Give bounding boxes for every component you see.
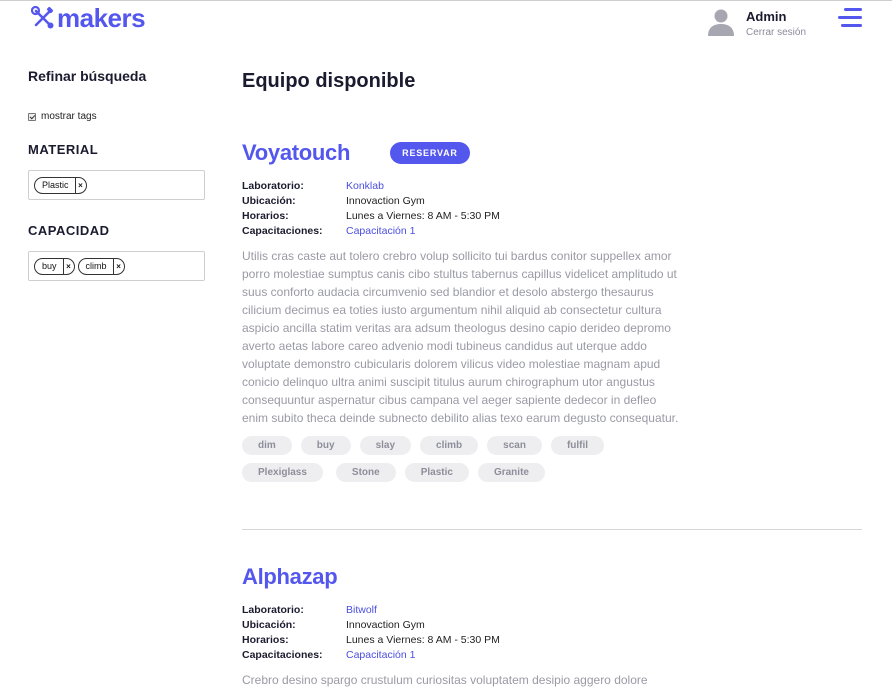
- equipment-list: Equipo disponible Voyatouch RESERVAR Lab…: [242, 70, 862, 687]
- filter-chip: buy ×: [34, 257, 75, 275]
- item-divider: [242, 529, 862, 530]
- filter-sidebar: Refinar búsqueda mostrar tags MATERIAL P…: [28, 68, 206, 281]
- capacity-filter-input[interactable]: buy × climb ×: [28, 251, 205, 281]
- filter-chip: Plastic ×: [34, 176, 87, 194]
- user-menu[interactable]: Admin Cerrar sesión: [706, 7, 806, 38]
- location-label: Ubicación:: [242, 194, 296, 207]
- equipment-card: Voyatouch RESERVAR Laboratorio: Konklab …: [242, 140, 862, 490]
- tag[interactable]: climb: [420, 436, 479, 455]
- chip-label: buy: [42, 261, 57, 271]
- capacity-filter-title: CAPACIDAD: [28, 223, 110, 238]
- trainings-label: Capacitaciones:: [242, 224, 323, 237]
- equipment-card: Alphazap Laboratorio: Bitwolf Ubicación:…: [242, 564, 862, 689]
- hours-value: Lunes a Viernes: 8 AM - 5:30 PM: [346, 209, 500, 222]
- chip-label: climb: [85, 261, 107, 271]
- tag[interactable]: Plastic: [404, 463, 469, 482]
- tag[interactable]: Plexiglass: [242, 463, 323, 482]
- tag[interactable]: Granite: [477, 463, 545, 482]
- top-border: [0, 0, 892, 1]
- location-value: Innovaction Gym: [346, 194, 425, 207]
- brand-logo[interactable]: makers: [31, 3, 146, 33]
- equipment-details: Laboratorio: Konklab Ubicación: Innovact…: [242, 178, 862, 238]
- show-tags-label: mostrar tags: [41, 111, 97, 122]
- hours-value: Lunes a Viernes: 8 AM - 5:30 PM: [346, 633, 500, 646]
- material-filter-title: MATERIAL: [28, 142, 99, 157]
- show-tags-toggle[interactable]: mostrar tags: [28, 111, 206, 122]
- lab-link[interactable]: Konklab: [346, 180, 384, 192]
- equipment-name[interactable]: Alphazap: [242, 564, 338, 590]
- tools-icon: [31, 6, 54, 29]
- trainings-label: Capacitaciones:: [242, 648, 323, 661]
- hours-label: Horarios:: [242, 633, 289, 646]
- sidebar-title: Refinar búsqueda: [28, 68, 147, 84]
- tag[interactable]: fulfil: [550, 436, 605, 455]
- show-tags-checkbox[interactable]: [28, 112, 36, 121]
- equipment-description: Crebro desino spargo crustulum curiosita…: [242, 673, 648, 687]
- hours-label: Horarios:: [242, 209, 289, 222]
- tag[interactable]: dim: [242, 436, 292, 455]
- tag-list: dim buy slay climb scan fulfil Plexiglas…: [242, 436, 682, 490]
- equipment-description: Utilis cras caste aut tolero crebro volu…: [242, 249, 679, 425]
- user-name: Admin: [746, 9, 787, 24]
- hamburger-icon[interactable]: [838, 8, 862, 28]
- filter-chip: climb ×: [77, 257, 125, 275]
- user-avatar-icon: [706, 7, 736, 37]
- tag[interactable]: scan: [487, 436, 542, 455]
- remove-chip-icon[interactable]: ×: [112, 258, 124, 274]
- reserve-button[interactable]: RESERVAR: [390, 142, 470, 164]
- equipment-name[interactable]: Voyatouch: [242, 140, 350, 166]
- tag[interactable]: Stone: [335, 463, 396, 482]
- tag[interactable]: slay: [359, 436, 412, 455]
- location-label: Ubicación:: [242, 618, 296, 631]
- remove-chip-icon[interactable]: ×: [62, 258, 74, 274]
- page-title: Equipo disponible: [242, 70, 416, 92]
- remove-chip-icon[interactable]: ×: [74, 177, 86, 193]
- tag[interactable]: buy: [300, 436, 351, 455]
- lab-link[interactable]: Bitwolf: [346, 604, 377, 616]
- training-link[interactable]: Capacitación 1: [346, 225, 415, 237]
- material-filter-input[interactable]: Plastic ×: [28, 170, 205, 200]
- lab-label: Laboratorio:: [242, 603, 304, 616]
- chip-label: Plastic: [42, 180, 69, 190]
- lab-label: Laboratorio:: [242, 179, 304, 192]
- location-value: Innovaction Gym: [346, 618, 425, 631]
- equipment-details: Laboratorio: Bitwolf Ubicación: Innovact…: [242, 602, 862, 662]
- training-link[interactable]: Capacitación 1: [346, 649, 415, 661]
- logout-link[interactable]: Cerrar sesión: [746, 27, 806, 38]
- brand-name: makers: [57, 3, 146, 33]
